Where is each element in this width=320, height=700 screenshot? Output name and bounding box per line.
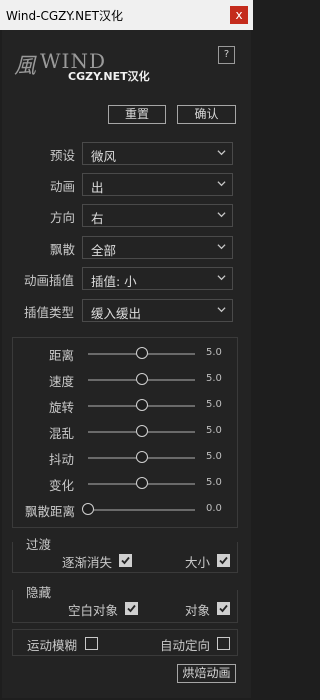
hide-title: 隐藏 bbox=[26, 585, 52, 600]
size-label: 大小 bbox=[185, 555, 211, 570]
logo-glyph: 風 bbox=[14, 54, 37, 79]
slider-label: 混乱 bbox=[49, 426, 75, 441]
chevron-down-icon bbox=[217, 212, 226, 218]
chevron-down-icon bbox=[217, 244, 226, 250]
slider-value: 5.0 bbox=[206, 451, 222, 462]
close-button[interactable]: x bbox=[230, 6, 248, 24]
dropdown-select[interactable]: 出 bbox=[82, 173, 233, 196]
confirm-button[interactable]: 确认 bbox=[177, 105, 236, 124]
dropdown-label: 预设 bbox=[50, 148, 76, 163]
dropdown-value: 右 bbox=[91, 211, 104, 226]
fade-label: 逐渐消失 bbox=[62, 555, 113, 570]
slider-value: 5.0 bbox=[206, 425, 222, 436]
slider-label: 飘散距离 bbox=[25, 504, 76, 519]
null-object-label: 空白对象 bbox=[68, 603, 119, 618]
fade-checkbox[interactable] bbox=[119, 554, 132, 567]
help-button[interactable]: ? bbox=[218, 46, 235, 64]
null-object-checkbox[interactable] bbox=[125, 602, 138, 615]
slider-label: 旋转 bbox=[49, 400, 75, 415]
slider-knob[interactable] bbox=[135, 425, 148, 437]
reset-button[interactable]: 重置 bbox=[108, 105, 166, 124]
dropdown-label: 动画 bbox=[50, 179, 76, 194]
chevron-down-icon bbox=[217, 150, 226, 156]
auto-orient-checkbox[interactable] bbox=[217, 637, 230, 650]
dropdown-select[interactable]: 右 bbox=[82, 204, 233, 227]
slider-knob[interactable] bbox=[82, 503, 94, 515]
slider-value: 5.0 bbox=[206, 347, 222, 358]
dropdown-select[interactable]: 全部 bbox=[82, 236, 233, 259]
dropdown-value: 微风 bbox=[91, 149, 117, 164]
slider-track[interactable] bbox=[88, 509, 195, 511]
transition-title: 过渡 bbox=[26, 537, 52, 552]
bake-animation-button[interactable]: 烘焙动画 bbox=[177, 664, 236, 683]
slider-knob[interactable] bbox=[135, 373, 148, 385]
slider-label: 距离 bbox=[49, 348, 75, 363]
auto-orient-label: 自动定向 bbox=[160, 638, 211, 653]
object-checkbox[interactable] bbox=[217, 602, 230, 615]
slider-knob[interactable] bbox=[135, 477, 148, 489]
dropdown-label: 方向 bbox=[50, 210, 76, 225]
dropdown-value: 缓入缓出 bbox=[91, 306, 142, 321]
slider-value: 5.0 bbox=[206, 373, 222, 384]
chevron-down-icon bbox=[217, 307, 226, 313]
slider-label: 速度 bbox=[49, 374, 75, 389]
dropdown-select[interactable]: 插值: 小 bbox=[82, 267, 233, 290]
slider-value: 5.0 bbox=[206, 477, 222, 488]
slider-label: 变化 bbox=[49, 478, 75, 493]
dropdown-label: 插值类型 bbox=[24, 305, 75, 320]
motion-blur-checkbox[interactable] bbox=[85, 637, 98, 650]
dropdown-label: 飘散 bbox=[50, 242, 76, 257]
window-title: Wind-CGZY.NET汉化 bbox=[6, 9, 123, 23]
slider-knob[interactable] bbox=[135, 347, 148, 359]
dropdown-label: 动画插值 bbox=[24, 273, 75, 288]
chevron-down-icon bbox=[217, 275, 226, 281]
dropdown-value: 插值: 小 bbox=[91, 274, 137, 289]
slider-knob[interactable] bbox=[135, 399, 148, 411]
slider-knob[interactable] bbox=[135, 451, 148, 463]
object-label: 对象 bbox=[185, 603, 211, 618]
chevron-down-icon bbox=[217, 181, 226, 187]
logo-subtitle: CGZY.NET汉化 bbox=[68, 70, 150, 83]
motion-blur-label: 运动模糊 bbox=[27, 638, 78, 653]
title-bar: Wind-CGZY.NET汉化 x bbox=[0, 0, 253, 30]
dropdown-value: 出 bbox=[91, 180, 104, 195]
slider-label: 抖动 bbox=[49, 452, 75, 467]
slider-value: 0.0 bbox=[206, 503, 222, 514]
slider-value: 5.0 bbox=[206, 399, 222, 410]
size-checkbox[interactable] bbox=[217, 554, 230, 567]
dropdown-value: 全部 bbox=[91, 243, 117, 258]
dropdown-select[interactable]: 缓入缓出 bbox=[82, 299, 233, 322]
dropdown-select[interactable]: 微风 bbox=[82, 142, 233, 165]
